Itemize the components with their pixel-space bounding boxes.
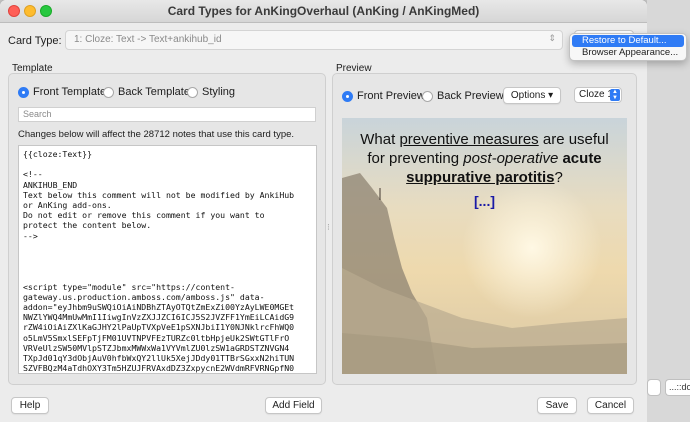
cloze-value: Cloze 1 <box>579 89 613 100</box>
title-bar: Card Types for AnKingOverhaul (AnKing / … <box>0 0 647 23</box>
select-arrows-icon: ⇕ <box>548 33 556 43</box>
radio-front-template[interactable]: Front Template <box>18 86 106 98</box>
code-line: ANKIHUB_END <box>23 179 78 190</box>
radio-label: Back Preview <box>437 90 504 102</box>
save-button[interactable]: Save <box>537 397 577 414</box>
code-line: TXpJd01qY3dObjAuV0hfbWxQY2llUk5XejJDdy01… <box>23 353 295 364</box>
preview-options-button[interactable]: Options ▾ <box>503 87 561 104</box>
card-type-label: Card Type: <box>8 35 62 47</box>
add-field-button[interactable]: Add Field <box>265 397 322 414</box>
stepper-icon: ▲ ▼ <box>610 89 620 101</box>
card-types-window: Card Types for AnKingOverhaul (AnKing / … <box>0 0 647 422</box>
code-line: addon="eyJhbm9uSWQiOiAiNDBhZTAyOTQtZmExZ… <box>23 302 295 313</box>
preview-question-text: What preventive measures are useful for … <box>350 130 619 187</box>
code-line: SZVFBQzM4aTdhOXY3Tm5HZUJFRVAxdDZ3ZxpycnE… <box>23 363 295 374</box>
radio-unselected-icon <box>422 90 433 102</box>
question-part: ? <box>554 169 563 186</box>
card-type-value: 1: Cloze: Text -> Text+ankihub_id <box>74 34 222 45</box>
code-line: protect the content below. <box>23 220 152 231</box>
help-button[interactable]: Help <box>11 397 49 414</box>
code-line: <!-- <box>23 169 43 180</box>
affected-notes-notice: Changes below will affect the 28712 note… <box>18 129 295 140</box>
question-italic: post-operative <box>463 150 559 167</box>
menu-item-restore-default[interactable]: Restore to Default... <box>572 35 684 47</box>
template-code-editor[interactable]: {{cloze:Text}} <!-- ANKIHUB_END Text below… <box>18 145 317 374</box>
card-type-select[interactable]: 1: Cloze: Text -> Text+ankihub_id ⇕ <box>65 30 563 50</box>
code-line: rZW4iOiAiZXlKaGJHY2lPaUpTVXpVeE1pSXNJbiI… <box>23 322 295 333</box>
question-bold-underline: suppurative parotitis <box>406 169 555 186</box>
background-field-small[interactable] <box>647 379 661 396</box>
code-line: {{cloze:Text}} <box>23 149 93 159</box>
code-line: VRVeUlzSW50MVlpSTZJbmxMWWxWa1VYVmlZU0lzS… <box>23 342 290 353</box>
radio-label: Back Template <box>118 86 190 98</box>
background-field[interactable]: ...::do <box>665 379 690 396</box>
question-emphasis: preventive measures <box>399 131 539 148</box>
radio-unselected-icon <box>103 86 114 98</box>
code-line: <script type="module" src="https://conte… <box>23 281 235 292</box>
code-line: o5LmV5SmxlSEFpTjFM01UVTNPVFEzTURZc0ltbHp… <box>23 332 290 343</box>
radio-label: Front Template <box>33 86 107 98</box>
question-bold: acute <box>562 150 602 167</box>
radio-front-preview[interactable]: Front Preview <box>342 90 425 102</box>
radio-styling[interactable]: Styling <box>187 86 235 98</box>
code-line: Text below this comment will not be modi… <box>23 189 295 200</box>
code-line: NWZlYWQ4MmUwMmI1IiwgInVzZXJJZCI6ICJ5S2JV… <box>23 312 295 323</box>
card-preview: What preventive measures are useful for … <box>342 118 627 374</box>
code-line: Do not edit or remove this comment if yo… <box>23 210 265 221</box>
radio-label: Styling <box>202 86 236 98</box>
menu-item-browser-appearance[interactable]: Browser Appearance... <box>572 47 684 59</box>
code-line: or AnKing add-ons. <box>23 200 112 211</box>
radio-selected-icon <box>342 90 353 102</box>
radio-unselected-icon <box>187 86 198 98</box>
code-line: --> <box>23 230 38 241</box>
card-type-row: Card Type: 1: Cloze: Text -> Text+ankihu… <box>8 30 639 52</box>
options-dropdown-menu: Restore to Default... Browser Appearance… <box>569 33 687 61</box>
radio-back-preview[interactable]: Back Preview <box>422 90 504 102</box>
radio-label: Front Preview <box>357 90 425 102</box>
radio-back-template[interactable]: Back Template <box>103 86 190 98</box>
template-search-input[interactable]: Search <box>18 107 316 122</box>
cloze-blank: [...] <box>474 193 495 209</box>
window-title: Card Types for AnKingOverhaul (AnKing / … <box>167 4 480 18</box>
cloze-select[interactable]: Cloze 1 ▲ ▼ <box>574 87 622 103</box>
cancel-button[interactable]: Cancel <box>587 397 634 414</box>
question-part: What <box>360 131 400 148</box>
splitter-handle[interactable]: ⁝ <box>327 222 330 233</box>
code-line: gateway.us.production.amboss.com/amboss.… <box>23 291 265 302</box>
background-window <box>647 0 690 422</box>
radio-selected-icon <box>18 86 29 98</box>
